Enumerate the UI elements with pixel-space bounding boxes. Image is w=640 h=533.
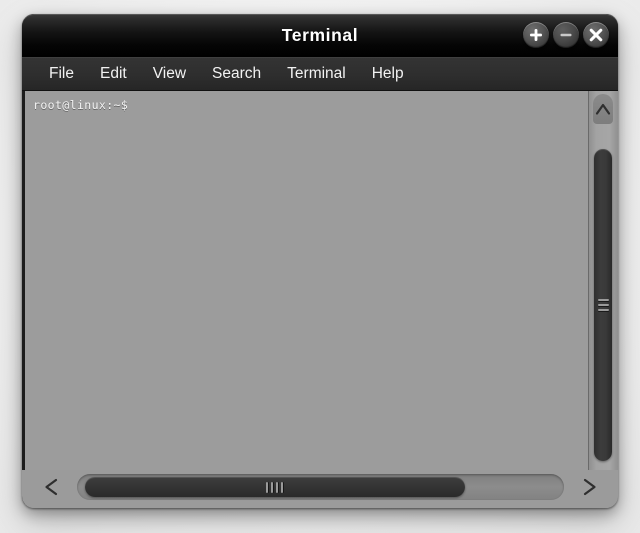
grip-lines-horizontal-icon bbox=[597, 299, 609, 301]
chevron-up-icon bbox=[595, 103, 611, 115]
vertical-scrollbar-thumb[interactable] bbox=[594, 149, 612, 461]
grip-lines-horizontal-icon bbox=[597, 304, 609, 306]
menu-item-help[interactable]: Help bbox=[359, 62, 417, 86]
chevron-left-icon bbox=[45, 478, 58, 496]
scroll-left-button[interactable] bbox=[33, 474, 71, 500]
horizontal-scrollbar[interactable] bbox=[45, 474, 596, 500]
menu-item-view[interactable]: View bbox=[140, 62, 199, 86]
close-icon bbox=[589, 28, 603, 42]
maximize-button[interactable] bbox=[523, 22, 549, 48]
grip-lines-vertical-icon bbox=[266, 481, 269, 493]
grip-lines-vertical-icon bbox=[271, 481, 274, 493]
minus-icon bbox=[560, 33, 572, 37]
menu-item-terminal[interactable]: Terminal bbox=[274, 62, 359, 86]
close-button[interactable] bbox=[583, 22, 609, 48]
minimize-button[interactable] bbox=[553, 22, 579, 48]
terminal-output-pane[interactable]: root@linux:~$ bbox=[22, 91, 588, 508]
desktop-background: Terminal File Edit View Search Terminal … bbox=[0, 0, 640, 533]
scroll-right-button[interactable] bbox=[570, 474, 608, 500]
menubar: File Edit View Search Terminal Help bbox=[22, 57, 618, 90]
window-titlebar[interactable]: Terminal bbox=[22, 14, 618, 57]
grip-lines-horizontal-icon bbox=[597, 309, 609, 311]
window-controls bbox=[523, 22, 609, 48]
horizontal-scrollbar-thumb[interactable] bbox=[85, 477, 465, 497]
plus-icon bbox=[530, 29, 542, 41]
terminal-window: Terminal File Edit View Search Terminal … bbox=[22, 14, 618, 508]
scroll-up-button[interactable] bbox=[593, 94, 613, 124]
grip-lines-vertical-icon bbox=[281, 481, 284, 493]
vertical-scrollbar[interactable] bbox=[588, 91, 618, 508]
horizontal-scrollbar-row bbox=[22, 470, 618, 508]
chevron-right-icon bbox=[583, 478, 596, 496]
terminal-prompt-line: root@linux:~$ bbox=[33, 98, 129, 112]
menu-item-edit[interactable]: Edit bbox=[87, 62, 140, 86]
menu-item-search[interactable]: Search bbox=[199, 62, 274, 86]
grip-lines-vertical-icon bbox=[276, 481, 279, 493]
menu-item-file[interactable]: File bbox=[36, 62, 87, 86]
window-body: root@linux:~$ bbox=[22, 90, 618, 508]
